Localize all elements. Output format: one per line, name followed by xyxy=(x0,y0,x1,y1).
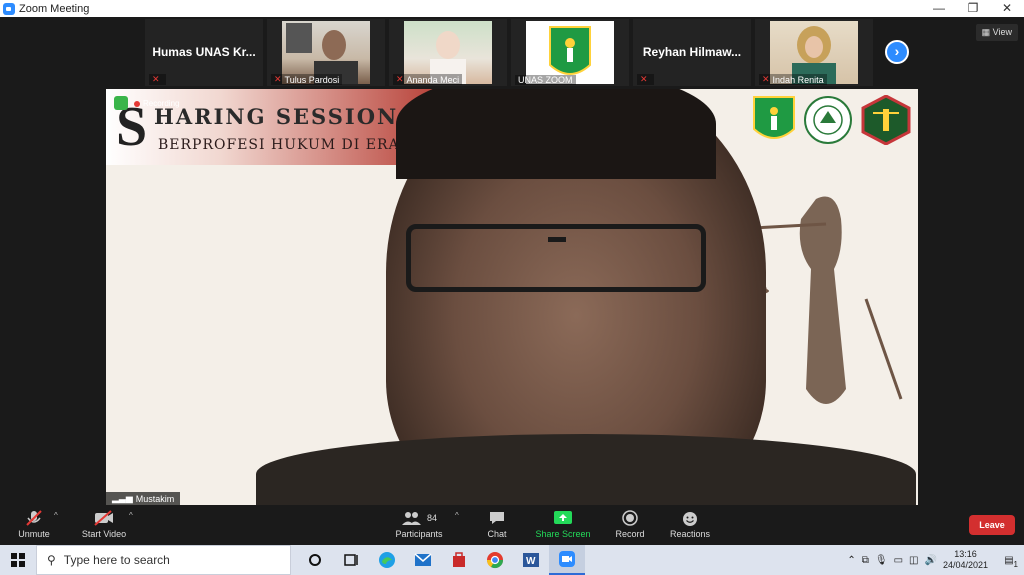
participant-tile[interactable]: ✕ Indah Renita xyxy=(755,19,873,86)
recording-dot-icon xyxy=(134,100,140,107)
next-page-button[interactable]: › xyxy=(885,40,909,64)
zoom-app-icon xyxy=(3,2,15,15)
mic-muted-icon: ✕ xyxy=(152,74,160,84)
leave-button[interactable]: Leave xyxy=(969,515,1015,535)
speaker-hair xyxy=(396,89,716,179)
title-bar: Zoom Meeting — ❐ ✕ xyxy=(0,0,1024,17)
participants-options-caret-icon[interactable]: ^ xyxy=(455,511,459,520)
mail-icon[interactable] xyxy=(405,545,441,575)
chat-button[interactable]: Chat xyxy=(482,509,512,539)
participants-count: 84 xyxy=(426,513,437,523)
view-button[interactable]: ▦ View xyxy=(975,24,1018,41)
grid-icon: ▦ xyxy=(981,27,993,37)
speaker-shirt xyxy=(256,434,916,505)
chat-icon xyxy=(490,512,504,524)
word-icon[interactable]: W xyxy=(513,545,549,575)
svg-text:W: W xyxy=(526,556,536,567)
cortana-icon[interactable] xyxy=(297,545,333,575)
audio-options-caret-icon[interactable]: ^ xyxy=(54,511,58,520)
mic-muted-icon: ✕ xyxy=(640,74,648,84)
volume-icon[interactable]: 🔊 xyxy=(925,555,937,566)
participant-label: ✕ xyxy=(149,74,166,85)
mic-muted-icon: ✕ xyxy=(762,74,770,84)
meeting-toolbar: Unmute ^ Start Video ^ 84 Participants ^… xyxy=(0,505,1024,545)
participant-tile[interactable]: UNAS ZOOM xyxy=(511,19,629,86)
close-button[interactable]: ✕ xyxy=(990,0,1024,17)
unmute-button[interactable]: Unmute xyxy=(14,509,54,539)
start-video-button[interactable]: Start Video xyxy=(78,509,130,539)
share-screen-icon xyxy=(554,511,572,524)
reactions-button[interactable]: Reactions xyxy=(668,509,712,539)
wifi-icon[interactable]: ◫ xyxy=(909,555,918,566)
tray-chevron-icon[interactable]: ⌃ xyxy=(847,555,855,566)
search-icon: ⚲ xyxy=(47,553,56,567)
video-off-icon xyxy=(94,510,113,526)
participant-tile[interactable]: Humas UNAS Kr... ✕ xyxy=(145,19,263,86)
video-options-caret-icon[interactable]: ^ xyxy=(129,511,133,520)
minimize-button[interactable]: — xyxy=(922,0,956,17)
participant-tile[interactable]: ✕ Ananda Meci xyxy=(389,19,507,86)
gallery-strip: Humas UNAS Kr... ✕ ✕ Tulus Pardosi ✕ Anand… xyxy=(145,19,873,86)
notifications-icon[interactable]: ▤ 1 xyxy=(994,555,1024,569)
clock[interactable]: 13:16 24/04/2021 xyxy=(943,549,988,571)
task-view-icon[interactable] xyxy=(333,545,369,575)
window-title: Zoom Meeting xyxy=(19,2,90,15)
participant-tile[interactable]: Reyhan Hilmaw... ✕ xyxy=(633,19,751,86)
windows-logo-icon xyxy=(11,553,25,567)
record-button[interactable]: Record xyxy=(613,509,647,539)
participant-label: ✕ xyxy=(637,74,654,85)
mic-muted-icon: ✕ xyxy=(274,74,282,84)
meeting-stage: ▦ View Humas UNAS Kr... ✕ ✕ Tulus Pardosi xyxy=(0,17,1024,505)
taskbar-search[interactable]: ⚲ Type here to search xyxy=(36,545,291,575)
network-icon[interactable]: ⧉ xyxy=(862,555,869,566)
speaker-name-tag: ▂▃▅ Mustakim xyxy=(106,492,181,505)
signal-bars-icon: ▂▃▅ xyxy=(112,493,133,503)
participant-label: UNAS ZOOM xyxy=(515,75,576,85)
share-screen-button[interactable]: Share Screen xyxy=(535,509,591,539)
zoom-taskbar-icon[interactable] xyxy=(549,545,585,575)
unas-logo-icon xyxy=(753,96,795,139)
start-button[interactable] xyxy=(0,545,36,575)
smiley-icon xyxy=(683,512,697,526)
participant-tile[interactable]: ✕ Tulus Pardosi xyxy=(267,19,385,86)
active-speaker-video[interactable]: S HARING SESSION BERPROFESI HUKUM DI ERA… xyxy=(106,89,918,505)
maximize-button[interactable]: ❐ xyxy=(956,0,990,17)
chrome-icon[interactable] xyxy=(477,545,513,575)
mic-off-icon xyxy=(26,510,42,526)
participant-label: ✕ Indah Renita xyxy=(759,74,827,85)
encryption-shield-icon[interactable] xyxy=(114,96,128,110)
organization-seal-icon xyxy=(804,96,852,144)
banner-subtitle: BERPROFESI HUKUM DI ERA RE xyxy=(158,137,428,153)
record-icon xyxy=(622,510,638,526)
participant-label: ✕ Ananda Meci xyxy=(393,74,463,85)
microphone-icon[interactable]: 🎙 xyxy=(875,555,888,566)
participant-name: Humas UNAS Kr... xyxy=(152,45,256,59)
banner-title: HARING SESSION xyxy=(154,104,399,129)
participant-name: Reyhan Hilmaw... xyxy=(642,45,742,59)
participants-icon xyxy=(401,512,421,525)
participant-label: ✕ Tulus Pardosi xyxy=(271,74,343,85)
windows-taskbar: ⚲ Type here to search W ⌃ ⧉ 🎙 ▭ ◫ 🔊 13:1… xyxy=(0,545,1024,575)
chevron-right-icon: › xyxy=(894,43,900,59)
participants-button[interactable]: 84 Participants xyxy=(392,509,446,539)
speaker-glasses xyxy=(406,224,706,292)
recording-indicator: Recording xyxy=(134,99,179,108)
system-tray: ⌃ ⧉ 🎙 ▭ ◫ 🔊 13:16 24/04/2021 ▤ 1 xyxy=(847,545,1024,575)
law-faculty-emblem-icon xyxy=(861,95,911,145)
battery-icon[interactable]: ▭ xyxy=(894,555,903,566)
store-icon[interactable] xyxy=(441,545,477,575)
edge-browser-icon[interactable] xyxy=(369,545,405,575)
mic-muted-icon: ✕ xyxy=(396,74,404,84)
window-controls: — ❐ ✕ xyxy=(922,0,1024,17)
